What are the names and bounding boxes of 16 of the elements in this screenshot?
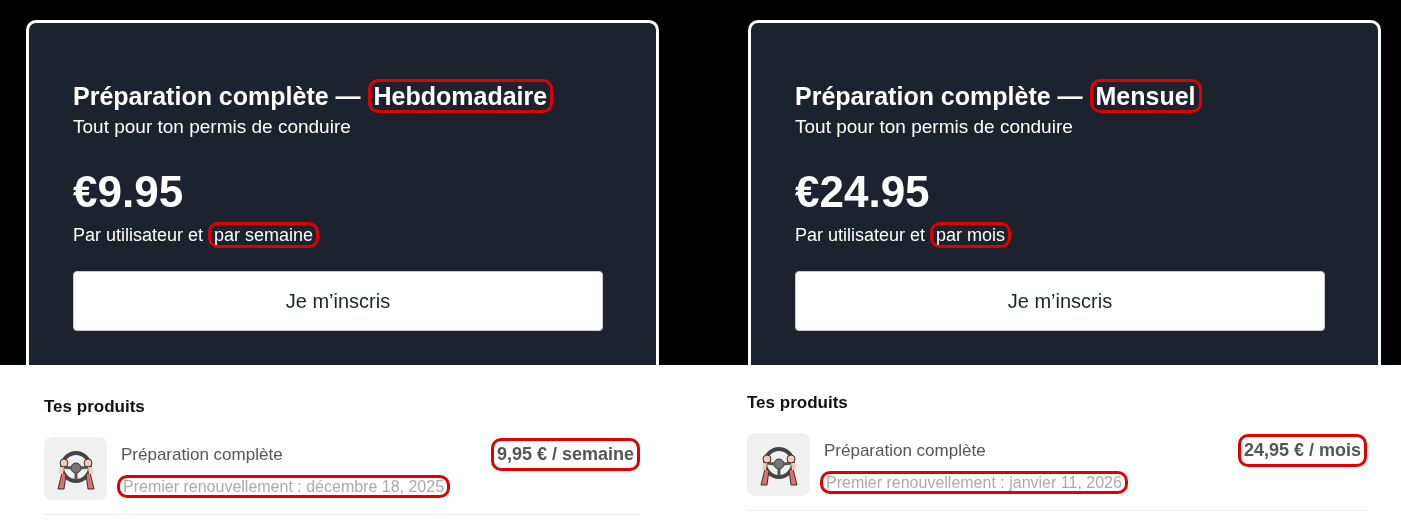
subscribe-button[interactable]: Je m’inscris [73, 271, 603, 332]
plan-subtitle: Tout pour ton permis de conduire [73, 115, 352, 139]
plan-price: €9.95 [73, 165, 185, 218]
subscribe-button[interactable]: Je m’inscris [795, 271, 1325, 332]
price-period: Par utilisateur et par semaine [73, 222, 612, 250]
section-heading: Tes produits [44, 397, 146, 418]
plan-subtitle: Tout pour ton permis de conduire [795, 115, 1074, 139]
product-price: 24,95 € / mois [1237, 434, 1367, 468]
section-heading: Tes produits [747, 393, 849, 414]
plan-price: €24.95 [795, 165, 931, 218]
product-name: Préparation complète [121, 444, 283, 467]
product-price: 9,95 € / semaine [490, 438, 640, 472]
plan-title: Préparation complète — Mensuel [795, 81, 1334, 111]
product-name: Préparation complète [824, 440, 986, 463]
price-period: Par utilisateur et par mois [795, 222, 1334, 250]
plan-title: Préparation complète — Hebdomadaire [73, 81, 612, 111]
